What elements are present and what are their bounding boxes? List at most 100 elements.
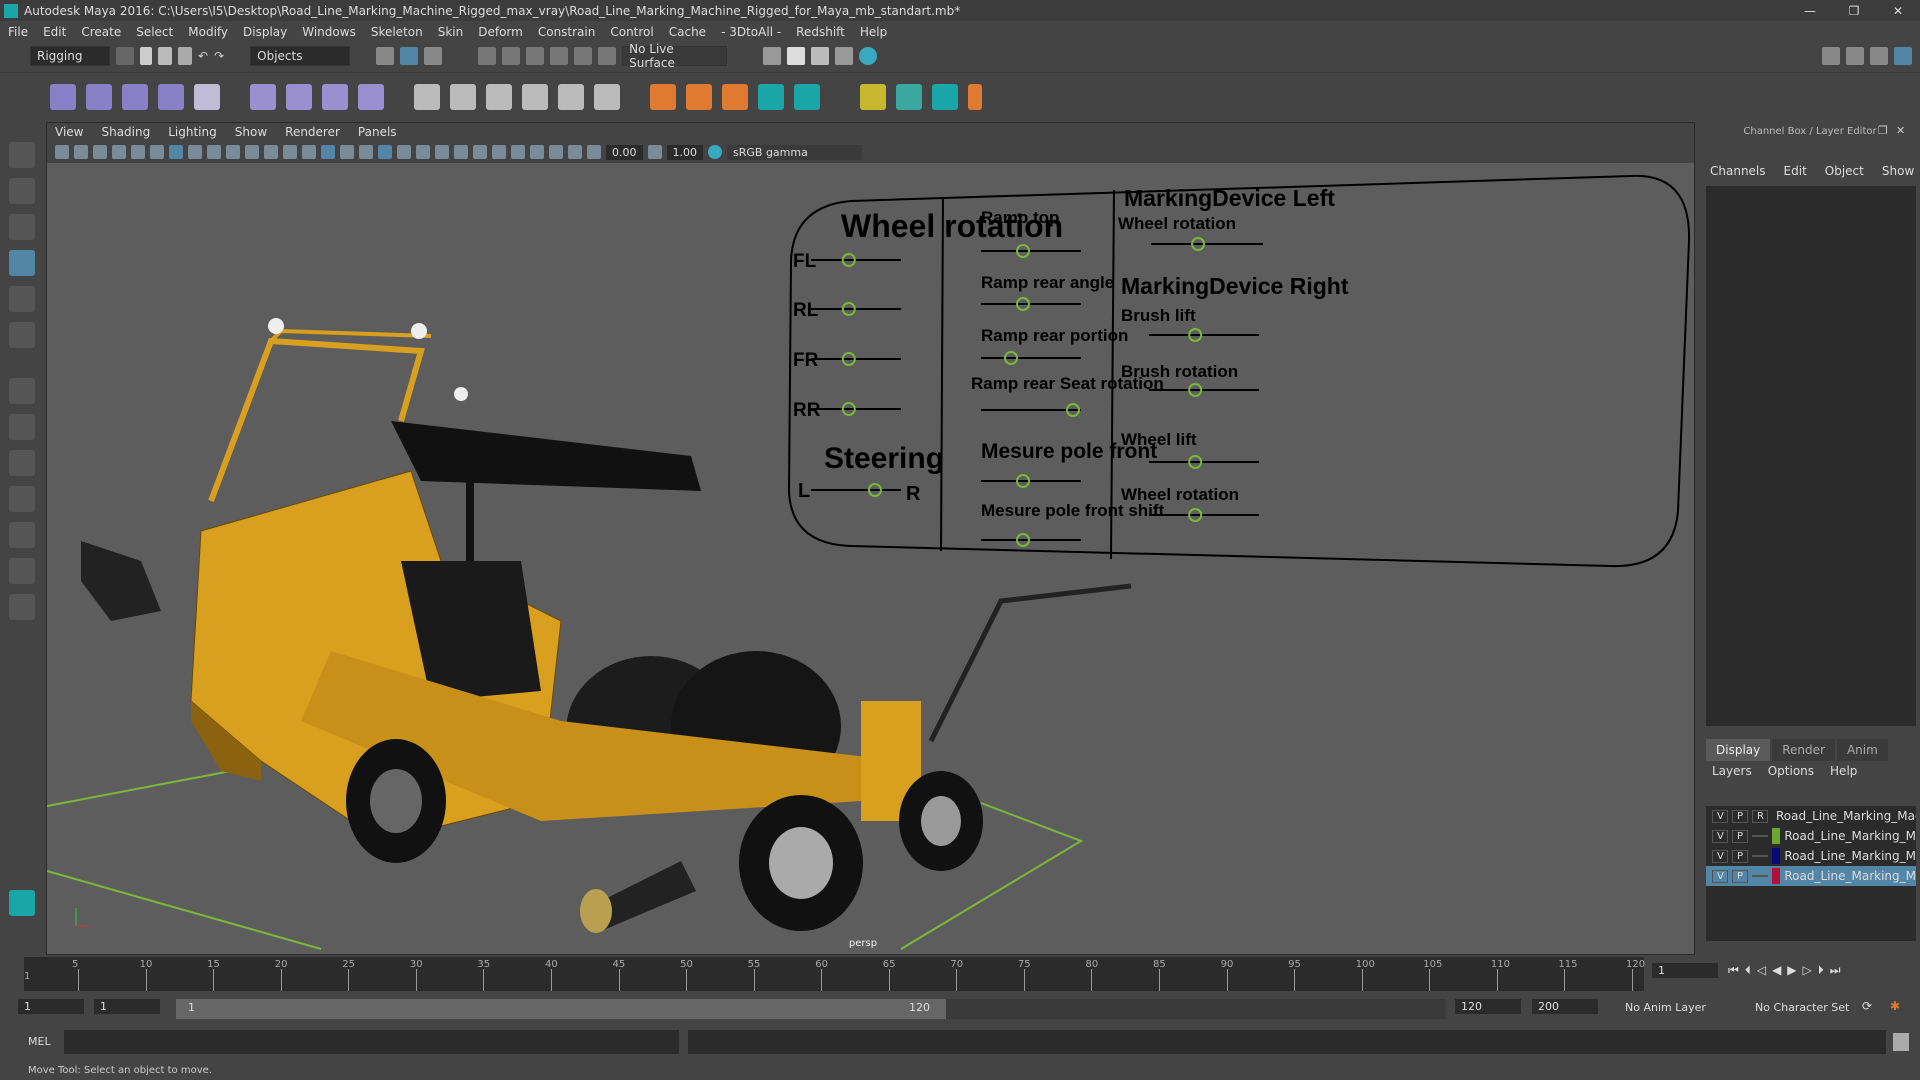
maya-script-3-icon[interactable]	[932, 84, 958, 110]
layer-name[interactable]: Road_Line_Marking_M	[1784, 869, 1916, 883]
layer-color-swatch[interactable]	[1772, 868, 1780, 884]
mirror-joint-icon[interactable]	[158, 84, 184, 110]
snap-live-icon[interactable]	[598, 47, 616, 65]
joint-tool-icon[interactable]	[50, 84, 76, 110]
layer-reference-toggle[interactable]	[1752, 875, 1768, 877]
orient-constraint-icon[interactable]	[486, 84, 512, 110]
paint-tool-icon[interactable]	[896, 84, 922, 110]
persp-uv-layout-icon[interactable]	[9, 558, 35, 584]
float-panel-icon[interactable]: ❐	[1878, 124, 1888, 137]
vp-menu-panels[interactable]: Panels	[358, 125, 397, 139]
locator-icon[interactable]	[650, 84, 676, 110]
tab-render[interactable]: Render	[1772, 739, 1835, 761]
layer-playback-toggle[interactable]: P	[1732, 830, 1748, 843]
menu-skeleton[interactable]: Skeleton	[371, 25, 423, 39]
joint-orient-icon[interactable]	[686, 84, 712, 110]
render-view-icon[interactable]	[763, 47, 781, 65]
workspace-icon[interactable]	[1822, 47, 1840, 65]
time-slider[interactable]: 1510152025303540455055606570758085909510…	[0, 955, 1920, 995]
select-component-icon[interactable]	[424, 47, 442, 65]
layer-playback-toggle[interactable]: P	[1732, 870, 1748, 883]
color-space-dropdown[interactable]: sRGB gamma	[727, 145, 862, 160]
hypershade-layout-icon[interactable]	[9, 522, 35, 548]
grease-pencil-icon[interactable]	[150, 145, 164, 159]
render-frame-icon[interactable]	[787, 47, 805, 65]
undo-icon[interactable]: ↶	[198, 49, 208, 63]
dropdown-arrow-icon[interactable]	[116, 47, 134, 65]
tab-anim[interactable]: Anim	[1837, 739, 1888, 761]
vp-menu-view[interactable]: View	[55, 125, 83, 139]
step-forward-key-icon[interactable]: ⏵	[1818, 963, 1824, 978]
textured-icon[interactable]	[378, 145, 392, 159]
smooth-shade-icon[interactable]	[321, 145, 335, 159]
wireframe-icon[interactable]	[302, 145, 316, 159]
safe-title-icon[interactable]	[283, 145, 297, 159]
bookmark-icon[interactable]	[93, 145, 107, 159]
range-slider[interactable]: 1 120	[176, 999, 946, 1019]
anti-aliasing-icon[interactable]	[473, 145, 487, 159]
menu-file[interactable]: File	[8, 25, 28, 39]
snap-point-icon[interactable]	[526, 47, 544, 65]
le-menu-options[interactable]: Options	[1768, 764, 1814, 778]
scale-tool-icon[interactable]	[9, 322, 35, 348]
menu-windows[interactable]: Windows	[302, 25, 356, 39]
menu-display[interactable]: Display	[243, 25, 287, 39]
hypershade-icon[interactable]	[859, 47, 877, 65]
move-tool-icon[interactable]	[9, 250, 35, 276]
layer-reference-toggle[interactable]	[1752, 855, 1768, 857]
ipr-render-icon[interactable]	[811, 47, 829, 65]
film-gate-icon[interactable]	[188, 145, 202, 159]
snap-curve-icon[interactable]	[502, 47, 520, 65]
lights-icon[interactable]	[397, 145, 411, 159]
gamma-icon[interactable]	[648, 145, 662, 159]
current-frame-field[interactable]: 1	[1652, 963, 1718, 978]
snap-grid-icon[interactable]	[478, 47, 496, 65]
step-forward-frame-icon[interactable]: ▷	[1803, 963, 1812, 978]
lattice-icon[interactable]	[322, 84, 348, 110]
camera-icon[interactable]	[55, 145, 69, 159]
menu-create[interactable]: Create	[81, 25, 121, 39]
cb-menu-show[interactable]: Show	[1882, 164, 1914, 178]
layer-name[interactable]: Road_Line_Marking_M	[1784, 829, 1916, 843]
gate-mask-icon[interactable]	[226, 145, 240, 159]
layer-playback-toggle[interactable]: P	[1732, 850, 1748, 863]
auto-key-icon[interactable]: ⟳	[1862, 999, 1872, 1013]
menu-redshift[interactable]: Redshift	[796, 25, 845, 39]
menu-select[interactable]: Select	[136, 25, 173, 39]
menu-modify[interactable]: Modify	[188, 25, 228, 39]
paint-select-icon[interactable]	[9, 214, 35, 240]
character-set-dropdown[interactable]: No Character Set	[1755, 1001, 1849, 1014]
menu-cache[interactable]: Cache	[669, 25, 706, 39]
layer-visibility-toggle[interactable]: V	[1712, 830, 1728, 843]
start-time-field[interactable]: 1	[18, 999, 84, 1014]
maya-script-2-icon[interactable]	[794, 84, 820, 110]
menu-control[interactable]: Control	[610, 25, 653, 39]
time-ruler[interactable]: 1510152025303540455055606570758085909510…	[24, 957, 1644, 991]
tool-settings-toggle-icon[interactable]	[1870, 47, 1888, 65]
humanik-icon[interactable]	[194, 84, 220, 110]
save-scene-icon[interactable]	[178, 47, 192, 65]
end-time-field[interactable]: 200	[1532, 999, 1598, 1014]
field-chart-icon[interactable]	[245, 145, 259, 159]
paint-weights-icon[interactable]	[286, 84, 312, 110]
anim-layer-dropdown[interactable]: No Anim Layer	[1625, 1001, 1706, 1014]
layer-row[interactable]: VPRRoad_Line_Marking_Machine	[1706, 806, 1916, 826]
vp-menu-shading[interactable]: Shading	[101, 125, 150, 139]
open-scene-icon[interactable]	[158, 47, 172, 65]
persp-outliner-layout-icon[interactable]	[9, 450, 35, 476]
render-settings-icon[interactable]	[835, 47, 853, 65]
select-object-icon[interactable]	[400, 47, 418, 65]
cb-menu-edit[interactable]: Edit	[1784, 164, 1807, 178]
menu-3dtoall[interactable]: - 3DtoAll -	[721, 25, 781, 39]
shadows-icon[interactable]	[416, 145, 430, 159]
safe-action-icon[interactable]	[264, 145, 278, 159]
le-menu-help[interactable]: Help	[1830, 764, 1857, 778]
default-material-icon[interactable]	[340, 145, 354, 159]
close-button[interactable]: ✕	[1876, 4, 1920, 18]
isolate-select-icon[interactable]	[511, 145, 525, 159]
animation-prefs-icon[interactable]: ✱	[1890, 999, 1900, 1013]
lasso-tool-icon[interactable]	[9, 178, 35, 204]
viewport-panel[interactable]: View Shading Lighting Show Renderer Pane…	[46, 122, 1695, 955]
xray-joints-icon[interactable]	[549, 145, 563, 159]
exposure-icon[interactable]	[587, 145, 601, 159]
